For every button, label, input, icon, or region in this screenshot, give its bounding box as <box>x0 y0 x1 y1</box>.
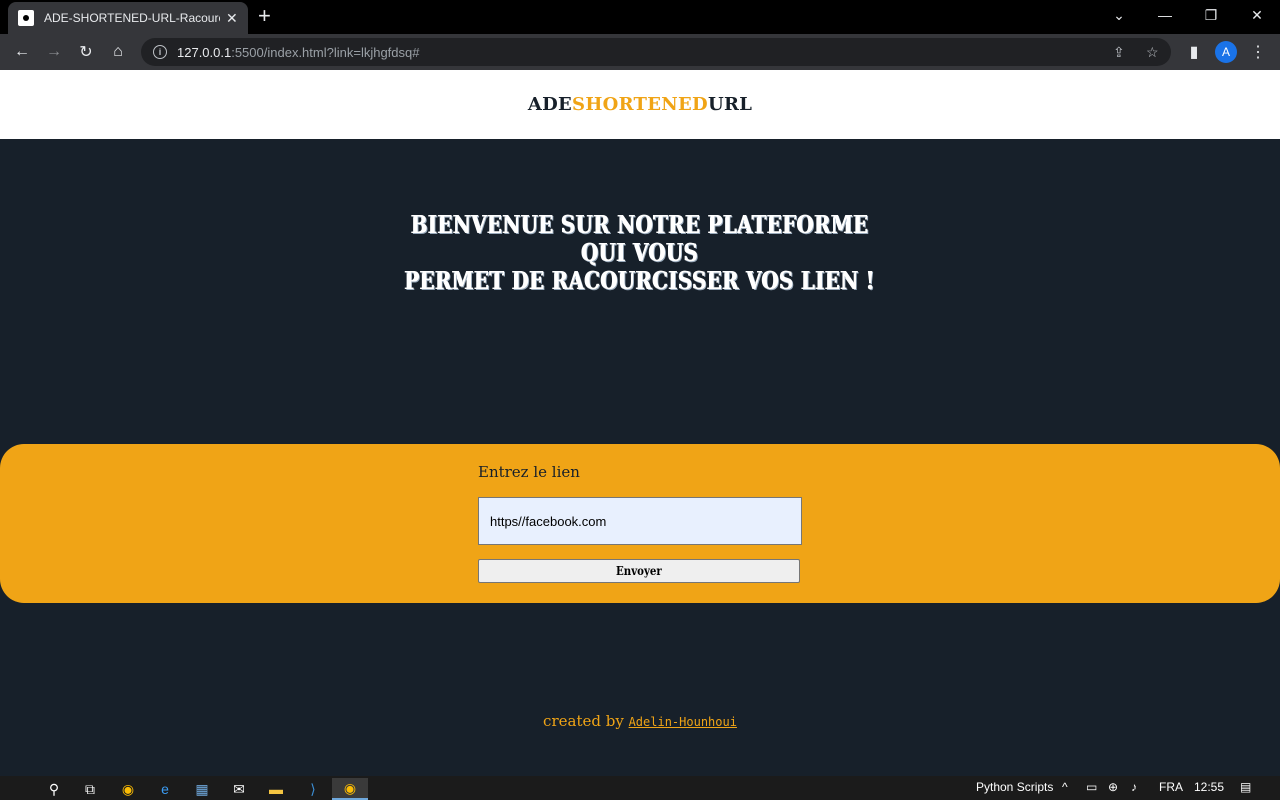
site-logo: ADESHORTENEDURL <box>527 94 753 115</box>
network-icon[interactable]: ⊕ <box>1108 780 1118 794</box>
notifications-icon[interactable]: ▤ <box>1240 780 1251 794</box>
reload-icon[interactable]: ↻ <box>74 40 98 64</box>
close-window-icon[interactable]: ✕ <box>1234 0 1280 30</box>
link-field-label: Entrez le lien <box>478 463 580 481</box>
footer-credit: created by Adelin-Hounhoui <box>543 712 737 730</box>
menu-kebab-icon[interactable]: ⋮ <box>1246 40 1270 64</box>
search-icon[interactable]: ⚲ <box>36 778 72 800</box>
mail-icon[interactable]: ✉ <box>221 778 257 800</box>
profile-avatar[interactable]: A <box>1215 41 1237 63</box>
restore-icon[interactable]: ❐ <box>1188 0 1234 30</box>
new-tab-icon[interactable]: + <box>258 5 271 27</box>
battery-icon[interactable]: ▭ <box>1086 780 1097 794</box>
edge-icon[interactable]: e <box>147 778 183 800</box>
home-icon[interactable]: ⌂ <box>106 40 130 64</box>
browser-tabstrip: ADE-SHORTENED-URL-Racourcis ✕ + ⌄ — ❐ ✕ <box>0 0 1280 34</box>
favicon-icon <box>18 10 34 26</box>
os-taskbar: ⚲ ⧉ ◉ e ▦ ✉ ▬ ⟩ ◉ Python Scripts ^ ▭ ⊕ ♪… <box>0 776 1280 800</box>
clock[interactable]: 12:55 <box>1194 780 1224 794</box>
tray-chevron-icon[interactable]: ^ <box>1062 780 1068 794</box>
volume-icon[interactable]: ♪ <box>1131 780 1137 794</box>
info-icon[interactable]: i <box>153 45 167 59</box>
url-text[interactable]: 127.0.0.1:5500/index.html?link=lkjhgfdsq… <box>177 45 419 60</box>
side-panel-icon[interactable]: ▮ <box>1182 40 1206 64</box>
tab-search-icon[interactable]: ⌄ <box>1096 0 1142 30</box>
shorten-form-band: Entrez le lien Envoyer <box>0 444 1280 603</box>
address-bar[interactable]: i 127.0.0.1:5500/index.html?link=lkjhgfd… <box>141 38 1171 66</box>
file-explorer-icon[interactable]: ▬ <box>258 778 294 800</box>
share-icon[interactable]: ⇪ <box>1113 44 1125 61</box>
site-header: ADESHORTENEDURL <box>0 70 1280 139</box>
web-page: ADESHORTENEDURL Bienvenue sur notre plat… <box>0 70 1280 776</box>
bookmark-star-icon[interactable]: ☆ <box>1146 44 1159 61</box>
vscode-icon[interactable]: ⟩ <box>295 778 331 800</box>
forward-icon[interactable]: → <box>42 40 66 64</box>
browser-tab[interactable]: ADE-SHORTENED-URL-Racourcis ✕ <box>8 2 248 34</box>
close-tab-icon[interactable]: ✕ <box>226 10 238 27</box>
task-view-icon[interactable]: ⧉ <box>72 778 108 800</box>
minimize-icon[interactable]: — <box>1142 0 1188 30</box>
python-scripts-label[interactable]: Python Scripts <box>976 780 1053 794</box>
welcome-heading: Bienvenue sur notre plateforme qui vous … <box>404 210 876 295</box>
browser-toolbar: ← → ↻ ⌂ i 127.0.0.1:5500/index.html?link… <box>0 34 1280 70</box>
tab-title: ADE-SHORTENED-URL-Racourcis <box>44 11 220 25</box>
store-icon[interactable]: ▦ <box>184 778 220 800</box>
chrome-active-icon[interactable]: ◉ <box>332 778 368 800</box>
back-icon[interactable]: ← <box>10 40 34 64</box>
link-input[interactable] <box>478 497 802 545</box>
chrome-icon[interactable]: ◉ <box>110 778 146 800</box>
start-icon[interactable] <box>0 778 36 800</box>
author-link[interactable]: Adelin-Hounhoui <box>629 715 737 729</box>
language-indicator[interactable]: FRA <box>1159 780 1183 794</box>
submit-button[interactable]: Envoyer <box>478 559 800 583</box>
